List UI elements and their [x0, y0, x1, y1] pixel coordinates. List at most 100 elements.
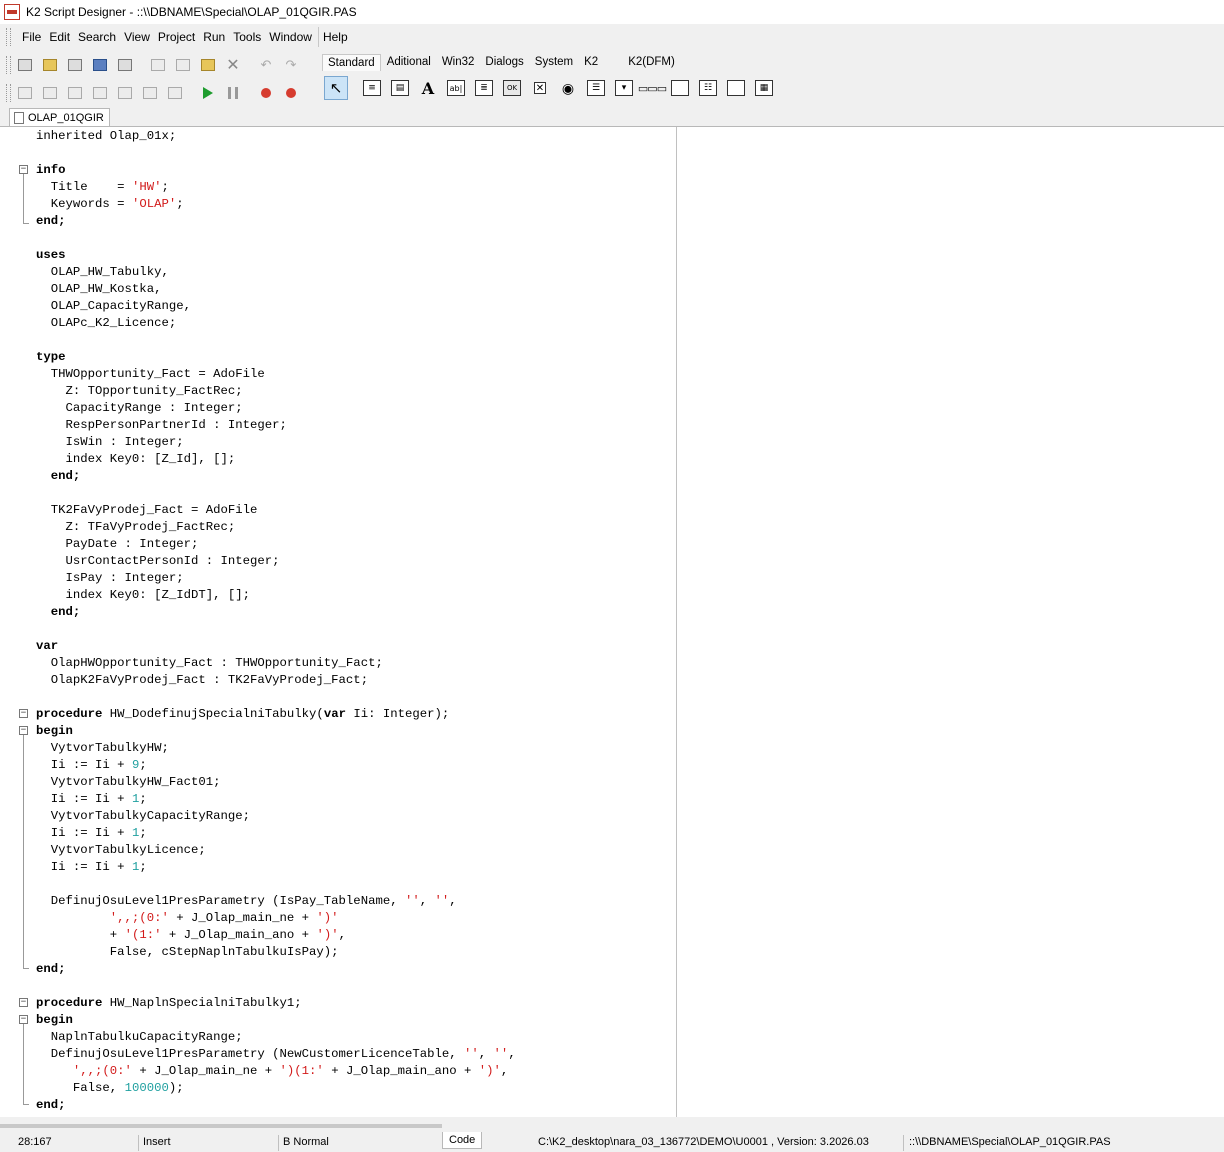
code-text: + J_Olap_main_ne + [131, 1064, 280, 1078]
key-icon [168, 87, 182, 99]
string-literal: '(1:' [124, 928, 162, 942]
code-text: , [338, 928, 346, 942]
keyword: end; [36, 469, 81, 483]
code-text: ); [168, 1081, 184, 1095]
cut-button[interactable] [148, 55, 168, 75]
fold-toggle-icon[interactable]: − [19, 1015, 28, 1024]
document-tab[interactable]: OLAP_01QGIR [9, 108, 110, 127]
align-button[interactable] [15, 83, 35, 103]
panel-icon [727, 80, 745, 96]
step-into-icon [261, 88, 271, 98]
source-code[interactable]: inherited Olap_01x; info Title = 'HW'; K… [36, 128, 516, 1114]
run-play-icon [203, 87, 213, 99]
code-editor[interactable]: − − − − − inherited Olap_01x; info Title… [0, 126, 1224, 1117]
horizontal-scrollbar[interactable] [0, 1124, 442, 1128]
combobox-component[interactable]: ▾ [612, 76, 636, 100]
size-button[interactable] [40, 83, 60, 103]
keyword: end; [36, 1098, 66, 1112]
palette-tab-system[interactable]: System [530, 54, 578, 71]
menu-window[interactable]: Window [265, 26, 316, 48]
scrollbar-component[interactable]: ▭▭▭ [638, 76, 667, 100]
fold-line [23, 735, 24, 968]
open-project-button[interactable] [65, 55, 85, 75]
delete-button[interactable]: ✕ [223, 55, 243, 75]
menu-view[interactable]: View [120, 26, 154, 48]
save-button[interactable] [90, 55, 110, 75]
fold-toggle-icon[interactable]: − [19, 165, 28, 174]
radiobutton-component[interactable]: ◉ [556, 76, 580, 100]
step-over-button[interactable] [281, 83, 301, 103]
menu-edit[interactable]: Edit [45, 26, 74, 48]
step-into-button[interactable] [256, 83, 276, 103]
checkbox-component[interactable]: ✕ [528, 76, 552, 100]
copy-button[interactable] [173, 55, 193, 75]
code-text: DefinujOsuLevel1PresParametry (NewCustom… [36, 1047, 465, 1061]
new-file-button[interactable] [15, 55, 35, 75]
menu-file[interactable]: File [18, 26, 45, 48]
open-button[interactable] [40, 55, 60, 75]
menu-tools[interactable]: Tools [229, 26, 265, 48]
status-bar: 28:167 Insert B Normal Code C:\K2_deskto… [0, 1132, 1224, 1152]
groupbox-component[interactable] [668, 76, 692, 100]
radiogroup-component[interactable]: ☷ [696, 76, 720, 100]
code-text: , [419, 894, 435, 908]
mainmenu-component[interactable]: ≡ [360, 76, 384, 100]
palette-tab-k2dfm[interactable]: K2(DFM) [623, 54, 680, 71]
popupmenu-icon: ▤ [391, 80, 409, 96]
run-button[interactable] [198, 83, 218, 103]
panel-component[interactable] [724, 76, 748, 100]
menu-help[interactable]: Help [319, 26, 352, 48]
send-back-button[interactable] [115, 83, 135, 103]
code-text: , [500, 1064, 509, 1078]
save-all-button[interactable] [115, 55, 135, 75]
code-view-tab[interactable]: Code [442, 1132, 483, 1149]
menu-run[interactable]: Run [199, 26, 229, 48]
bring-front-icon [93, 87, 107, 99]
palette-tab-standard[interactable]: Standard [322, 54, 381, 71]
code-text: + J_Olap_main_ano + [323, 1064, 479, 1078]
menu-project[interactable]: Project [154, 26, 199, 48]
cut-icon [151, 59, 165, 71]
pointer-arrow-icon: ↖ [329, 80, 343, 97]
actionlist-component[interactable]: ▦ [752, 76, 776, 100]
code-line: Z: TFaVyProdej_FactRec; [36, 520, 236, 534]
paste-button[interactable] [198, 55, 218, 75]
redo-button[interactable]: ↷ [281, 55, 301, 75]
button-component[interactable]: OK [500, 76, 524, 100]
popupmenu-component[interactable]: ▤ [388, 76, 412, 100]
menu-bar: File Edit Search View Project Run Tools … [0, 26, 1224, 48]
label-component[interactable]: A [416, 76, 440, 100]
fold-toggle-icon[interactable]: − [19, 726, 28, 735]
string-literal: ',,;(0:' [36, 911, 169, 925]
fold-toggle-icon[interactable]: − [19, 998, 28, 1007]
code-line: OlapHWOpportunity_Fact : THWOpportunity_… [36, 656, 383, 670]
listbox-component[interactable]: ☰ [584, 76, 608, 100]
palette-tab-aditional[interactable]: Aditional [382, 54, 436, 71]
undo-button[interactable]: ↶ [256, 55, 276, 75]
menu-search[interactable]: Search [74, 26, 120, 48]
toolbar-grip-icon[interactable] [6, 28, 11, 46]
tab-order-button[interactable] [140, 83, 160, 103]
palette-tab-win32[interactable]: Win32 [437, 54, 480, 71]
fold-toggle-icon[interactable]: − [19, 709, 28, 718]
size-icon [43, 87, 57, 99]
palette-tab-dialogs[interactable]: Dialogs [480, 54, 528, 71]
palette-tab-k2[interactable]: K2 [579, 54, 603, 71]
groupbox-icon [671, 80, 689, 96]
pause-button[interactable] [223, 83, 243, 103]
code-line: IsWin : Integer; [36, 435, 184, 449]
lock-button[interactable] [165, 83, 185, 103]
paste-icon [201, 59, 215, 71]
bring-front-button[interactable] [90, 83, 110, 103]
toolbar-grip-icon[interactable] [6, 84, 11, 102]
pointer-tool-button[interactable]: ↖ [324, 76, 348, 100]
keyword: procedure [36, 707, 103, 721]
fold-line [23, 223, 29, 224]
standard-toolbar: ✕ ↶ ↷ [6, 55, 306, 75]
toolbar-grip-icon[interactable] [6, 56, 11, 74]
edit-component[interactable]: ab| [444, 76, 468, 100]
memo-component[interactable]: ≣ [472, 76, 496, 100]
scale-button[interactable] [65, 83, 85, 103]
pause-icon [228, 87, 238, 99]
fold-line [23, 968, 29, 969]
